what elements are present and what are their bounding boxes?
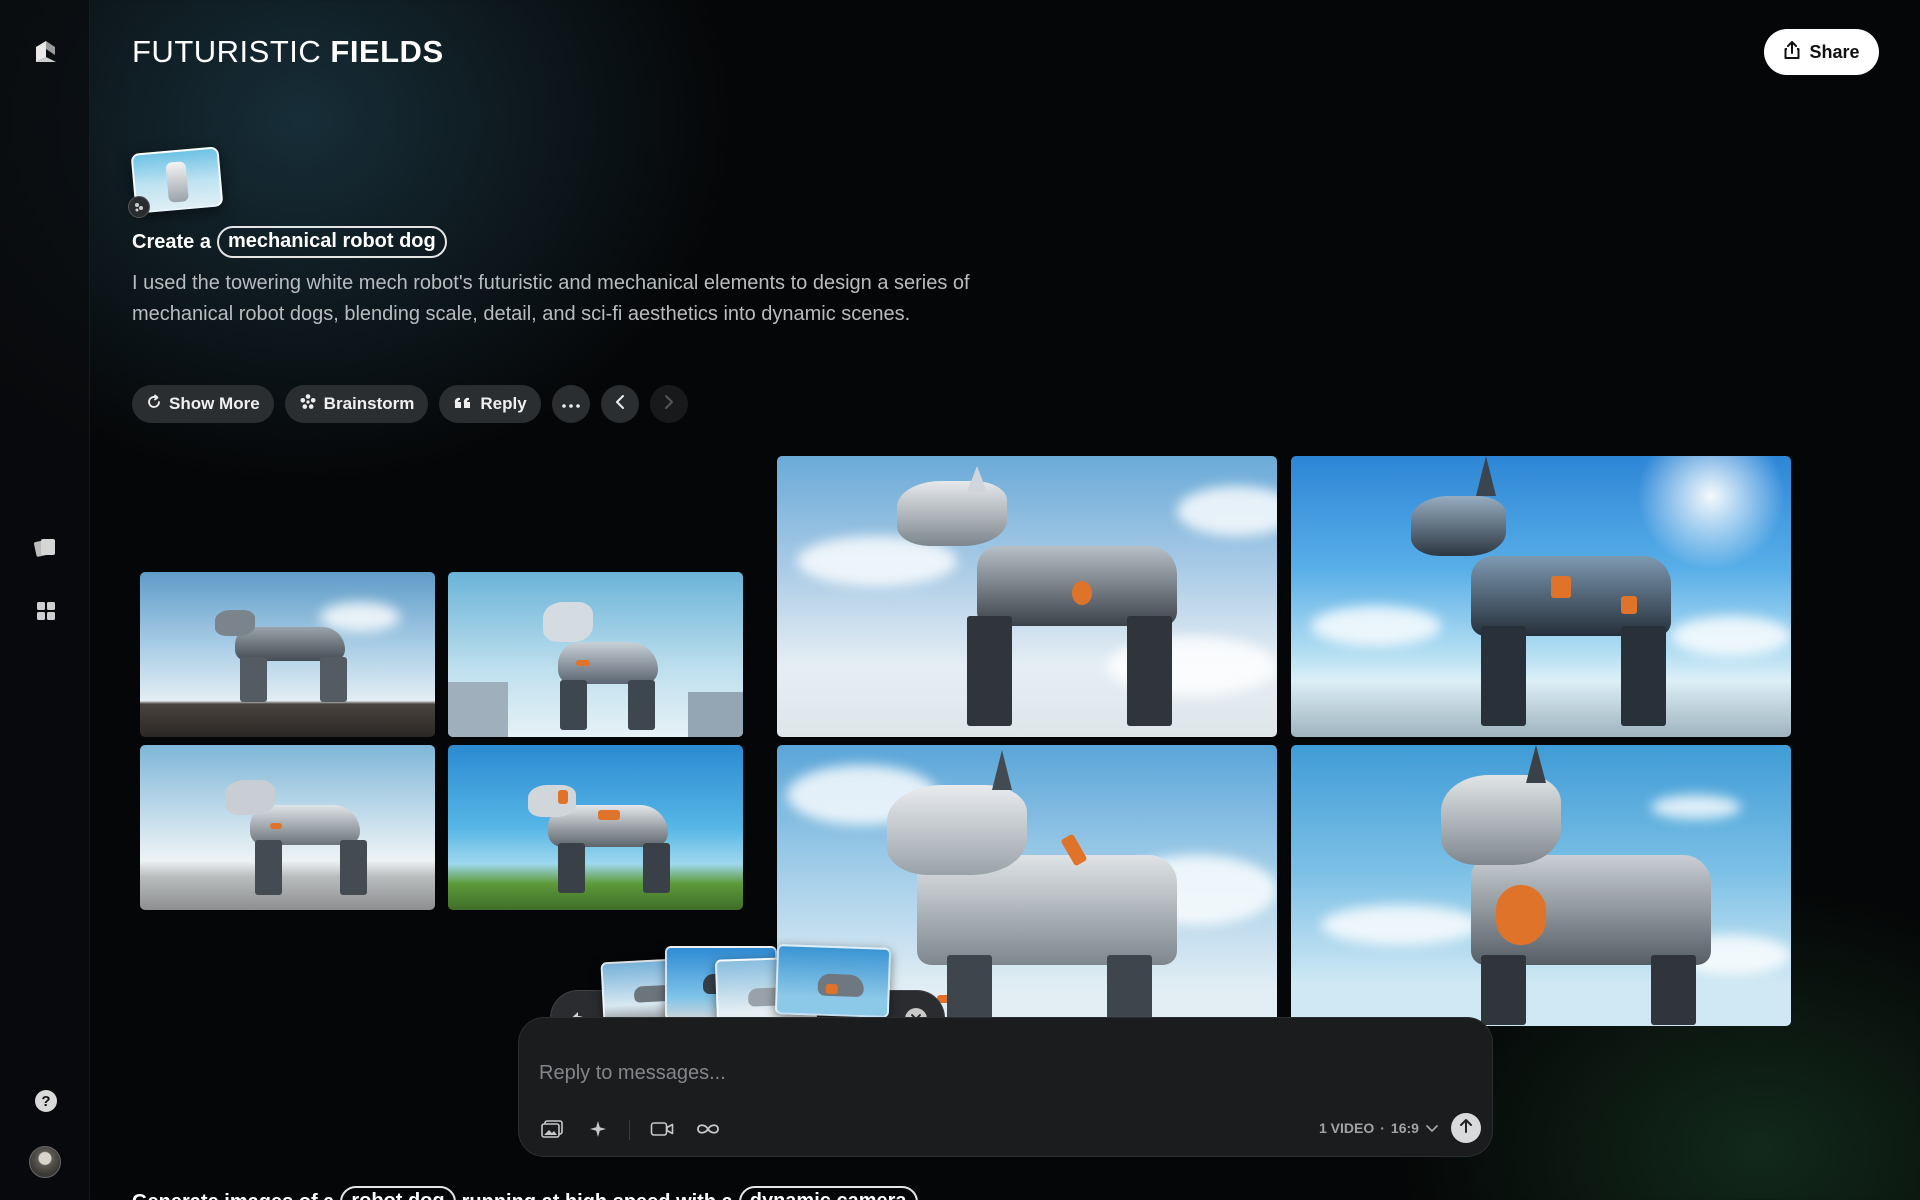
next-prompt-chip-1[interactable]: robot dog bbox=[340, 1186, 456, 1200]
prompt-prefix: Create a bbox=[132, 230, 211, 253]
show-more-button[interactable]: Show More bbox=[132, 385, 274, 423]
logo-icon[interactable] bbox=[29, 33, 63, 67]
reply-button[interactable]: Reply bbox=[439, 385, 541, 423]
reference-badge-icon bbox=[128, 196, 150, 218]
arrow-up-icon bbox=[1459, 1118, 1473, 1139]
quote-icon bbox=[453, 394, 473, 414]
aspect-ratio: 16:9 bbox=[1390, 1120, 1419, 1136]
show-more-label: Show More bbox=[169, 394, 260, 413]
page-title: FUTURISTIC FIELDS bbox=[132, 34, 444, 70]
title-light: FUTURISTIC bbox=[132, 34, 322, 69]
share-button[interactable]: Share bbox=[1764, 29, 1879, 75]
sparkle-icon[interactable] bbox=[583, 1114, 613, 1144]
robot-dog-image-2[interactable] bbox=[448, 572, 743, 737]
next-prompt-chip-2[interactable]: dynamic camera bbox=[738, 1186, 918, 1200]
cards-icon[interactable] bbox=[29, 530, 63, 564]
brainstorm-label: Brainstorm bbox=[323, 394, 415, 413]
robot-dog-image-3[interactable] bbox=[140, 745, 435, 910]
next-prompt-middle: running at high speed with a bbox=[462, 1191, 733, 1200]
ellipsis-icon bbox=[561, 395, 580, 413]
loop-icon[interactable] bbox=[693, 1114, 723, 1144]
previous-button[interactable] bbox=[600, 385, 639, 423]
robot-dog-image-4[interactable] bbox=[448, 745, 743, 910]
robot-dog-image-8[interactable] bbox=[1291, 745, 1791, 1026]
reference-thumbnail-4[interactable] bbox=[774, 944, 892, 1018]
next-prompt-heading: Generate images of a robot dog running a… bbox=[132, 1186, 918, 1200]
brainstorm-button[interactable]: Brainstorm bbox=[284, 385, 429, 423]
title-bold: FIELDS bbox=[330, 34, 444, 69]
image-reference-icon[interactable] bbox=[537, 1114, 567, 1144]
chevron-right-icon bbox=[664, 394, 674, 415]
grid-icon[interactable] bbox=[29, 594, 63, 628]
robot-dog-image-5[interactable] bbox=[777, 456, 1277, 737]
brainstorm-icon bbox=[299, 393, 317, 416]
mech-robot-figure bbox=[165, 161, 189, 203]
robot-dog-image-6[interactable] bbox=[1291, 456, 1791, 737]
share-icon bbox=[1783, 40, 1801, 65]
settings-separator: · bbox=[1380, 1120, 1385, 1136]
avatar[interactable] bbox=[29, 1146, 61, 1178]
toolbar-divider bbox=[629, 1120, 630, 1140]
help-icon[interactable]: ? bbox=[29, 1084, 63, 1118]
send-button[interactable] bbox=[1451, 1113, 1481, 1143]
video-camera-icon[interactable] bbox=[647, 1114, 677, 1144]
reply-composer: 1 VIDEO · 16:9 bbox=[518, 1017, 1493, 1157]
video-settings-dropdown[interactable]: 1 VIDEO · 16:9 bbox=[1319, 1120, 1439, 1136]
prompt-subject-chip[interactable]: mechanical robot dog bbox=[216, 226, 447, 258]
action-bar: Show More Brainstorm Reply bbox=[132, 385, 688, 423]
prompt-heading: Create a mechanical robot dog bbox=[132, 226, 447, 258]
left-sidebar: ? bbox=[0, 0, 90, 1200]
reply-label: Reply bbox=[480, 394, 527, 413]
chevron-left-icon bbox=[615, 394, 625, 415]
svg-text:?: ? bbox=[41, 1093, 50, 1110]
chevron-down-icon bbox=[1425, 1120, 1439, 1136]
robot-dog-image-1[interactable] bbox=[140, 572, 435, 737]
next-button[interactable] bbox=[649, 385, 688, 423]
next-prompt-prefix: Generate images of a bbox=[132, 1191, 334, 1200]
share-label: Share bbox=[1809, 41, 1860, 62]
refresh-icon bbox=[146, 394, 162, 415]
reply-input[interactable] bbox=[539, 1062, 1239, 1085]
video-count: 1 VIDEO bbox=[1319, 1120, 1375, 1136]
prompt-description: I used the towering white mech robot's f… bbox=[132, 272, 970, 325]
more-options-button[interactable] bbox=[551, 385, 590, 423]
